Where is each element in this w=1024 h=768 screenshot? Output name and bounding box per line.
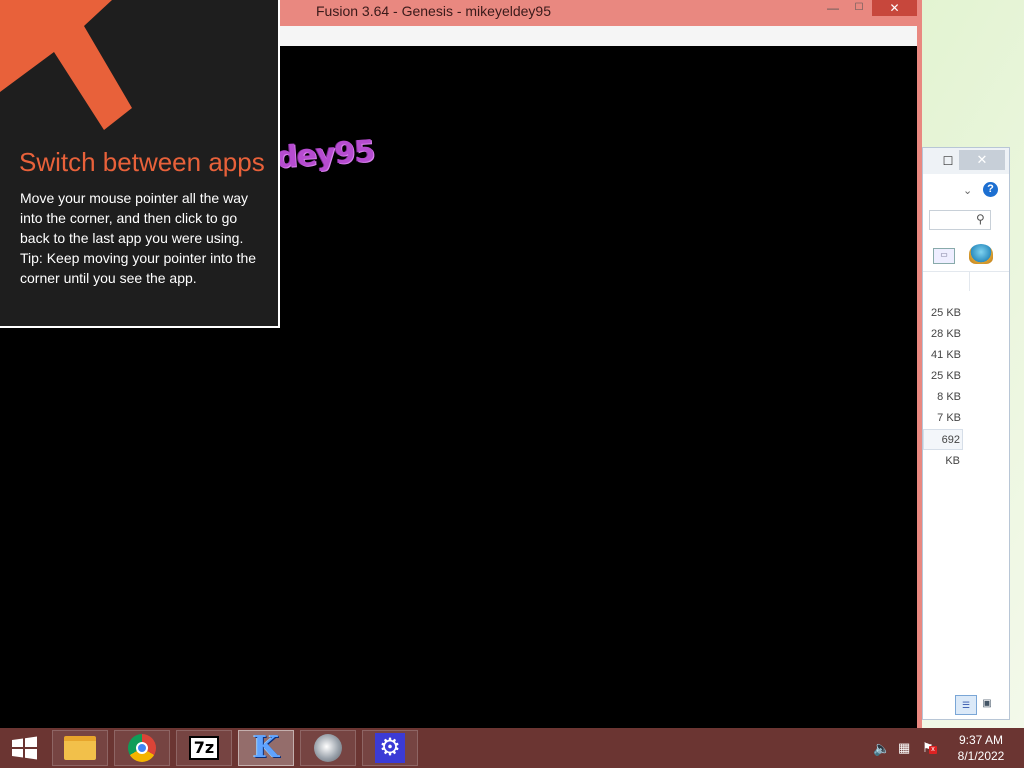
- taskbar-settings[interactable]: ⚙: [362, 730, 418, 766]
- close-icon[interactable]: ✕: [959, 150, 1005, 170]
- taskbar-7zip[interactable]: 7z: [176, 730, 232, 766]
- file-size-cell[interactable]: 8 KB: [923, 387, 963, 408]
- close-icon[interactable]: ✕: [872, 0, 917, 16]
- file-size-cell[interactable]: 7 KB: [923, 408, 963, 429]
- 7z-icon: 7z: [189, 736, 219, 760]
- card-icon[interactable]: ▭: [933, 248, 955, 264]
- k-icon: K: [252, 730, 280, 765]
- file-size-cell[interactable]: 25 KB: [923, 366, 963, 387]
- maximize-icon[interactable]: ☐: [935, 152, 961, 170]
- tip-hint: Tip: Keep moving your pointer into the c…: [20, 250, 257, 286]
- search-input[interactable]: ⚲: [929, 210, 991, 230]
- error-badge: x: [929, 746, 937, 754]
- taskbar-chrome[interactable]: [114, 730, 170, 766]
- clock[interactable]: 9:37 AM 8/1/2022: [948, 732, 1014, 764]
- file-size-cell[interactable]: 41 KB: [923, 345, 963, 366]
- column-divider[interactable]: [969, 271, 970, 291]
- speaker-icon: [314, 734, 342, 762]
- action-center-flag-icon[interactable]: ⚑ x: [922, 740, 937, 756]
- help-icon[interactable]: ?: [983, 182, 998, 197]
- network-icon[interactable]: ▦: [898, 740, 910, 756]
- file-explorer-window[interactable]: ☐ ✕ ⌄ ? ⚲ ▭ 25 KB 28 KB 41 KB 25 KB 8 KB…: [922, 147, 1010, 720]
- arrow-up-left-icon: [0, 0, 132, 130]
- windows-logo-icon: [12, 736, 37, 760]
- large-icons-view-icon[interactable]: ▣: [979, 696, 995, 712]
- search-icon[interactable]: ⚲: [976, 212, 985, 226]
- explorer-title-bar[interactable]: ☐ ✕: [923, 148, 1009, 174]
- details-view-icon[interactable]: ☰: [955, 695, 977, 715]
- maximize-icon[interactable]: ☐: [846, 0, 872, 16]
- tip-instruction: Move your mouse pointer all the way into…: [20, 190, 248, 246]
- clock-time: 9:37 AM: [958, 733, 1004, 747]
- taskbar-file-explorer[interactable]: [52, 730, 108, 766]
- gear-icon: ⚙: [375, 733, 405, 763]
- tip-body: Move your mouse pointer all the way into…: [20, 188, 268, 288]
- minimize-icon[interactable]: —: [820, 0, 846, 16]
- divider: [923, 271, 1009, 272]
- tip-heading: Switch between apps: [19, 147, 265, 177]
- clock-date: 8/1/2022: [957, 749, 1005, 763]
- taskbar-fusion[interactable]: K: [238, 730, 294, 766]
- window-title: Fusion 3.64 - Genesis - mikeyeldey95: [316, 3, 551, 19]
- start-button[interactable]: [6, 734, 44, 762]
- file-size-cell[interactable]: 692 KB: [923, 429, 963, 467]
- file-size-column: 25 KB 28 KB 41 KB 25 KB 8 KB 7 KB 692 KB: [923, 303, 963, 467]
- taskbar-volume-mixer[interactable]: [300, 730, 356, 766]
- volume-icon[interactable]: 🔈: [873, 740, 890, 757]
- folder-icon: [64, 736, 96, 760]
- chrome-icon: [128, 734, 156, 762]
- shell-icon[interactable]: [969, 244, 993, 264]
- taskbar: 7z K ⚙ 🔈 ▦ ⚑ x 9:37 AM 8/1/2022: [0, 728, 1024, 768]
- chevron-down-icon[interactable]: ⌄: [963, 184, 972, 197]
- file-size-cell[interactable]: 28 KB: [923, 324, 963, 345]
- switch-apps-tip: Switch between apps Move your mouse poin…: [0, 0, 280, 328]
- file-size-cell[interactable]: 25 KB: [923, 303, 963, 324]
